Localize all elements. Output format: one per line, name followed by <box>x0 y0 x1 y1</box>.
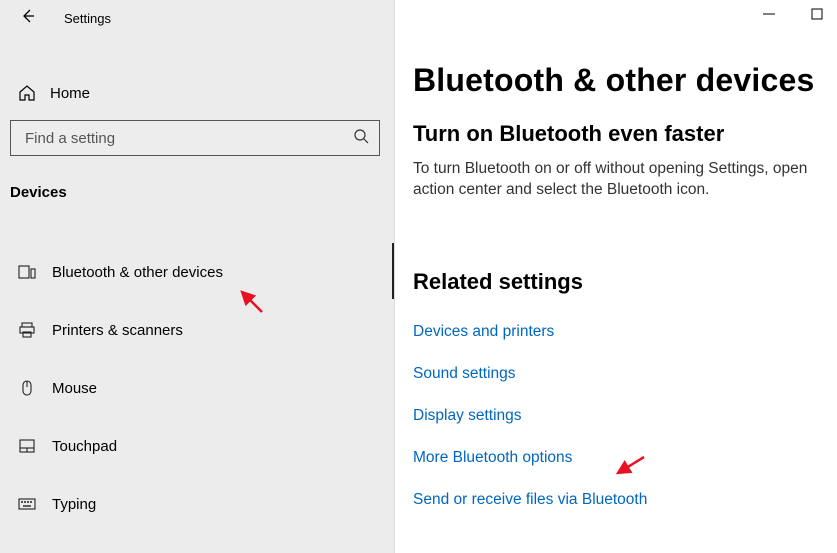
search-icon <box>353 128 369 149</box>
devices-icon <box>16 263 38 281</box>
home-icon <box>16 84 38 102</box>
home-nav[interactable]: Home <box>0 76 394 110</box>
touchpad-icon <box>16 437 38 455</box>
nav-list: Bluetooth & other devices Printers & sca… <box>0 243 394 533</box>
nav-item-touchpad[interactable]: Touchpad <box>0 417 394 475</box>
link-send-receive-bluetooth[interactable]: Send or receive files via Bluetooth <box>413 479 837 521</box>
window-controls <box>759 6 827 26</box>
page-subheading: Turn on Bluetooth even faster <box>413 121 837 147</box>
back-button[interactable] <box>14 4 42 32</box>
nav-item-typing[interactable]: Typing <box>0 475 394 533</box>
maximize-icon <box>811 7 823 25</box>
link-devices-printers[interactable]: Devices and printers <box>413 311 837 353</box>
related-links: Devices and printers Sound settings Disp… <box>413 311 837 521</box>
page-body: To turn Bluetooth on or off without open… <box>413 159 823 201</box>
home-label: Home <box>50 85 90 102</box>
sidebar: Settings Home Devices Bluetooth & other … <box>0 0 395 553</box>
back-arrow-icon <box>20 8 36 29</box>
nav-item-label: Bluetooth & other devices <box>52 264 223 281</box>
link-sound-settings[interactable]: Sound settings <box>413 353 837 395</box>
nav-item-label: Mouse <box>52 380 97 397</box>
nav-item-printers[interactable]: Printers & scanners <box>0 301 394 359</box>
nav-item-label: Typing <box>52 496 96 513</box>
link-more-bluetooth[interactable]: More Bluetooth options <box>413 437 837 479</box>
section-header: Devices <box>10 184 394 201</box>
nav-item-mouse[interactable]: Mouse <box>0 359 394 417</box>
link-display-settings[interactable]: Display settings <box>413 395 837 437</box>
titlebar: Settings <box>0 0 394 36</box>
maximize-button[interactable] <box>807 6 827 26</box>
related-settings-heading: Related settings <box>413 269 837 295</box>
minimize-icon <box>763 7 775 25</box>
nav-item-label: Touchpad <box>52 438 117 455</box>
settings-window: Settings Home Devices Bluetooth & other … <box>0 0 837 553</box>
page-title: Bluetooth & other devices <box>413 62 837 99</box>
nav-item-label: Printers & scanners <box>52 322 183 339</box>
keyboard-icon <box>16 495 38 513</box>
nav-item-bluetooth[interactable]: Bluetooth & other devices <box>0 243 394 301</box>
minimize-button[interactable] <box>759 6 779 26</box>
search-input[interactable] <box>23 129 353 148</box>
content-pane: Bluetooth & other devices Turn on Blueto… <box>395 0 837 553</box>
nav-active-indicator <box>392 243 394 299</box>
app-title: Settings <box>64 11 111 26</box>
search-box[interactable] <box>10 120 380 156</box>
printer-icon <box>16 321 38 339</box>
mouse-icon <box>16 379 38 397</box>
